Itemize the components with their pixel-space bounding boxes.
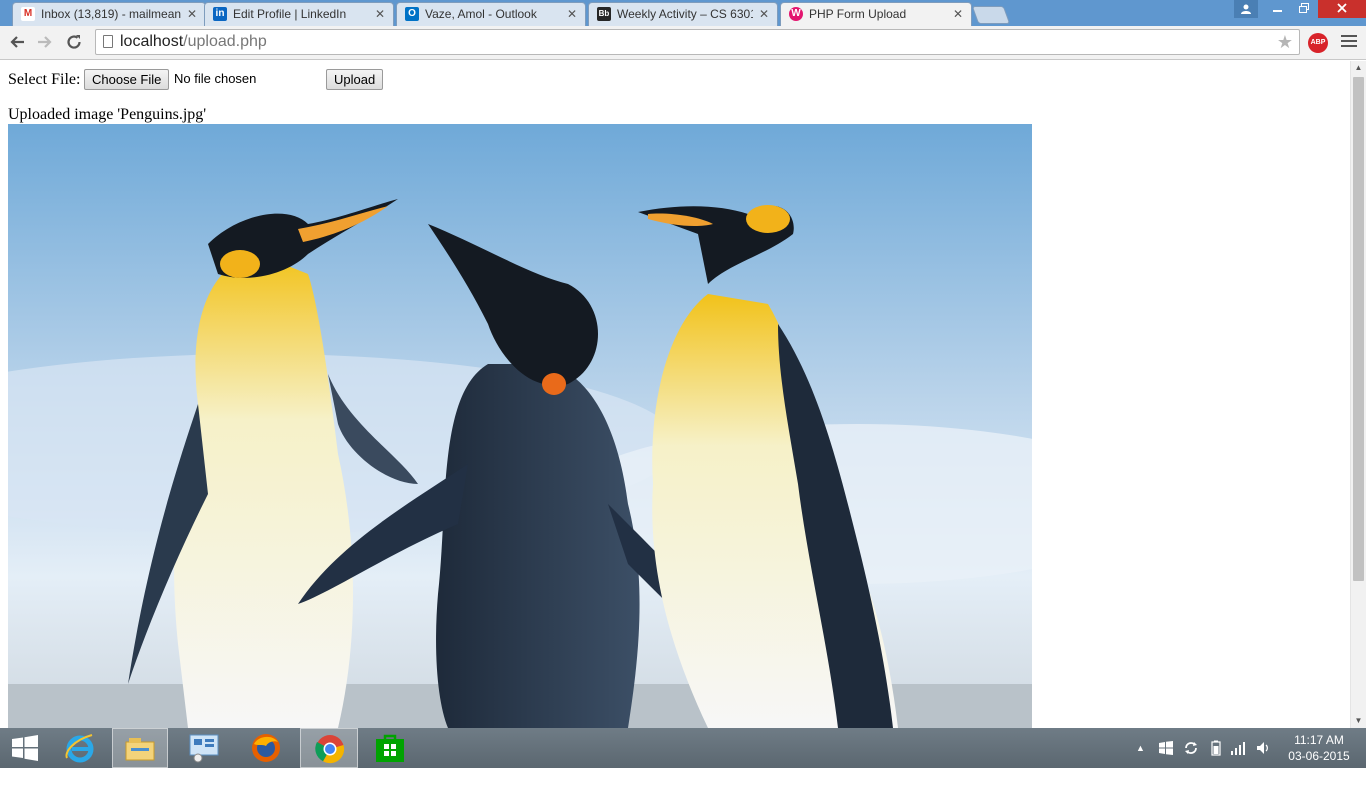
internet-explorer-icon[interactable] xyxy=(52,728,108,768)
adblock-plus-icon[interactable]: ABP xyxy=(1308,33,1328,53)
upload-button[interactable]: Upload xyxy=(326,69,384,90)
choose-file-button[interactable]: Choose File xyxy=(84,69,170,90)
start-icon[interactable] xyxy=(0,728,50,768)
outlook-icon: O xyxy=(405,7,419,21)
chrome-icon[interactable] xyxy=(300,728,358,768)
address-bar[interactable]: localhost/upload.php ★ xyxy=(95,29,1300,55)
windows-taskbar: ▲ 11:17 AM 03-06-2015 xyxy=(0,728,1366,768)
close-icon[interactable]: ✕ xyxy=(567,7,577,22)
page-icon xyxy=(103,35,113,48)
scroll-thumb[interactable] xyxy=(1353,77,1364,581)
clock-time: 11:17 AM xyxy=(1294,733,1344,747)
store-icon[interactable] xyxy=(362,728,418,768)
browser-toolbar: localhost/upload.php ★ xyxy=(0,26,1366,60)
url-text[interactable]: localhost/upload.php xyxy=(120,33,267,51)
reload-button[interactable] xyxy=(63,31,85,53)
vertical-scrollbar[interactable]: ▲ ▼ xyxy=(1350,61,1366,728)
network-signal-icon[interactable] xyxy=(1230,728,1246,768)
bookmark-star-icon[interactable]: ★ xyxy=(1277,31,1293,53)
select-file-label: Select File: xyxy=(8,71,81,88)
tab-title: Vaze, Amol - Outlook xyxy=(425,7,537,21)
tab-title: Edit Profile | LinkedIn xyxy=(233,7,347,21)
close-window-button[interactable] xyxy=(1318,0,1366,18)
tab-strip: M Inbox (13,819) - mailmean ✕ in Edit Pr… xyxy=(0,0,1366,26)
file-explorer-icon[interactable] xyxy=(112,728,168,768)
battery-icon[interactable] xyxy=(1210,728,1222,768)
linkedin-icon: in xyxy=(213,7,227,21)
scroll-up-arrow-icon[interactable]: ▲ xyxy=(1351,61,1366,75)
file-status-text: No file chosen xyxy=(174,71,257,86)
url-host: localhost xyxy=(120,33,184,50)
close-icon[interactable]: ✕ xyxy=(953,7,963,22)
wamp-icon: W xyxy=(789,7,803,21)
close-icon[interactable]: ✕ xyxy=(187,7,197,22)
new-tab-button[interactable] xyxy=(971,6,1011,24)
url-path: /upload.php xyxy=(183,33,267,50)
close-icon[interactable]: ✕ xyxy=(759,7,769,22)
chrome-menu-icon[interactable] xyxy=(1341,35,1357,51)
scroll-down-arrow-icon[interactable]: ▼ xyxy=(1351,714,1366,728)
show-hidden-icons-arrow-icon[interactable]: ▲ xyxy=(1136,728,1145,768)
tab-title: Inbox (13,819) - mailmean xyxy=(41,7,181,21)
tab-gmail[interactable]: M Inbox (13,819) - mailmean ✕ xyxy=(12,2,206,26)
tab-blackboard[interactable]: Bb Weekly Activity – CS 6301 ✕ xyxy=(588,2,778,26)
tab-php-form-upload[interactable]: W PHP Form Upload ✕ xyxy=(780,2,972,26)
tab-outlook[interactable]: O Vaze, Amol - Outlook ✕ xyxy=(396,2,586,26)
back-button[interactable] xyxy=(6,31,28,53)
volume-icon[interactable] xyxy=(1256,728,1272,768)
uploaded-image xyxy=(8,124,1032,728)
tab-title: Weekly Activity – CS 6301 xyxy=(617,7,753,21)
gmail-icon: M xyxy=(21,7,35,21)
screen-bottom-area xyxy=(0,768,1366,792)
minimize-button[interactable] xyxy=(1265,0,1291,18)
clock-date: 03-06-2015 xyxy=(1288,749,1350,763)
restore-button[interactable] xyxy=(1291,0,1317,18)
tab-title: PHP Form Upload xyxy=(809,7,907,21)
sync-icon[interactable] xyxy=(1183,728,1199,768)
control-panel-icon[interactable] xyxy=(176,728,232,768)
close-icon[interactable]: ✕ xyxy=(375,7,385,22)
forward-button[interactable] xyxy=(34,31,56,53)
user-icon[interactable] xyxy=(1234,0,1258,18)
upload-status-message: Uploaded image 'Penguins.jpg' xyxy=(8,106,207,123)
blackboard-icon: Bb xyxy=(597,7,611,21)
tab-linkedin[interactable]: in Edit Profile | LinkedIn ✕ xyxy=(204,2,394,26)
action-center-flag-icon[interactable] xyxy=(1158,728,1174,768)
page-viewport: Select File: Choose File No file chosen … xyxy=(0,61,1350,728)
firefox-icon[interactable] xyxy=(238,728,294,768)
system-clock[interactable]: 11:17 AM 03-06-2015 xyxy=(1284,732,1354,764)
